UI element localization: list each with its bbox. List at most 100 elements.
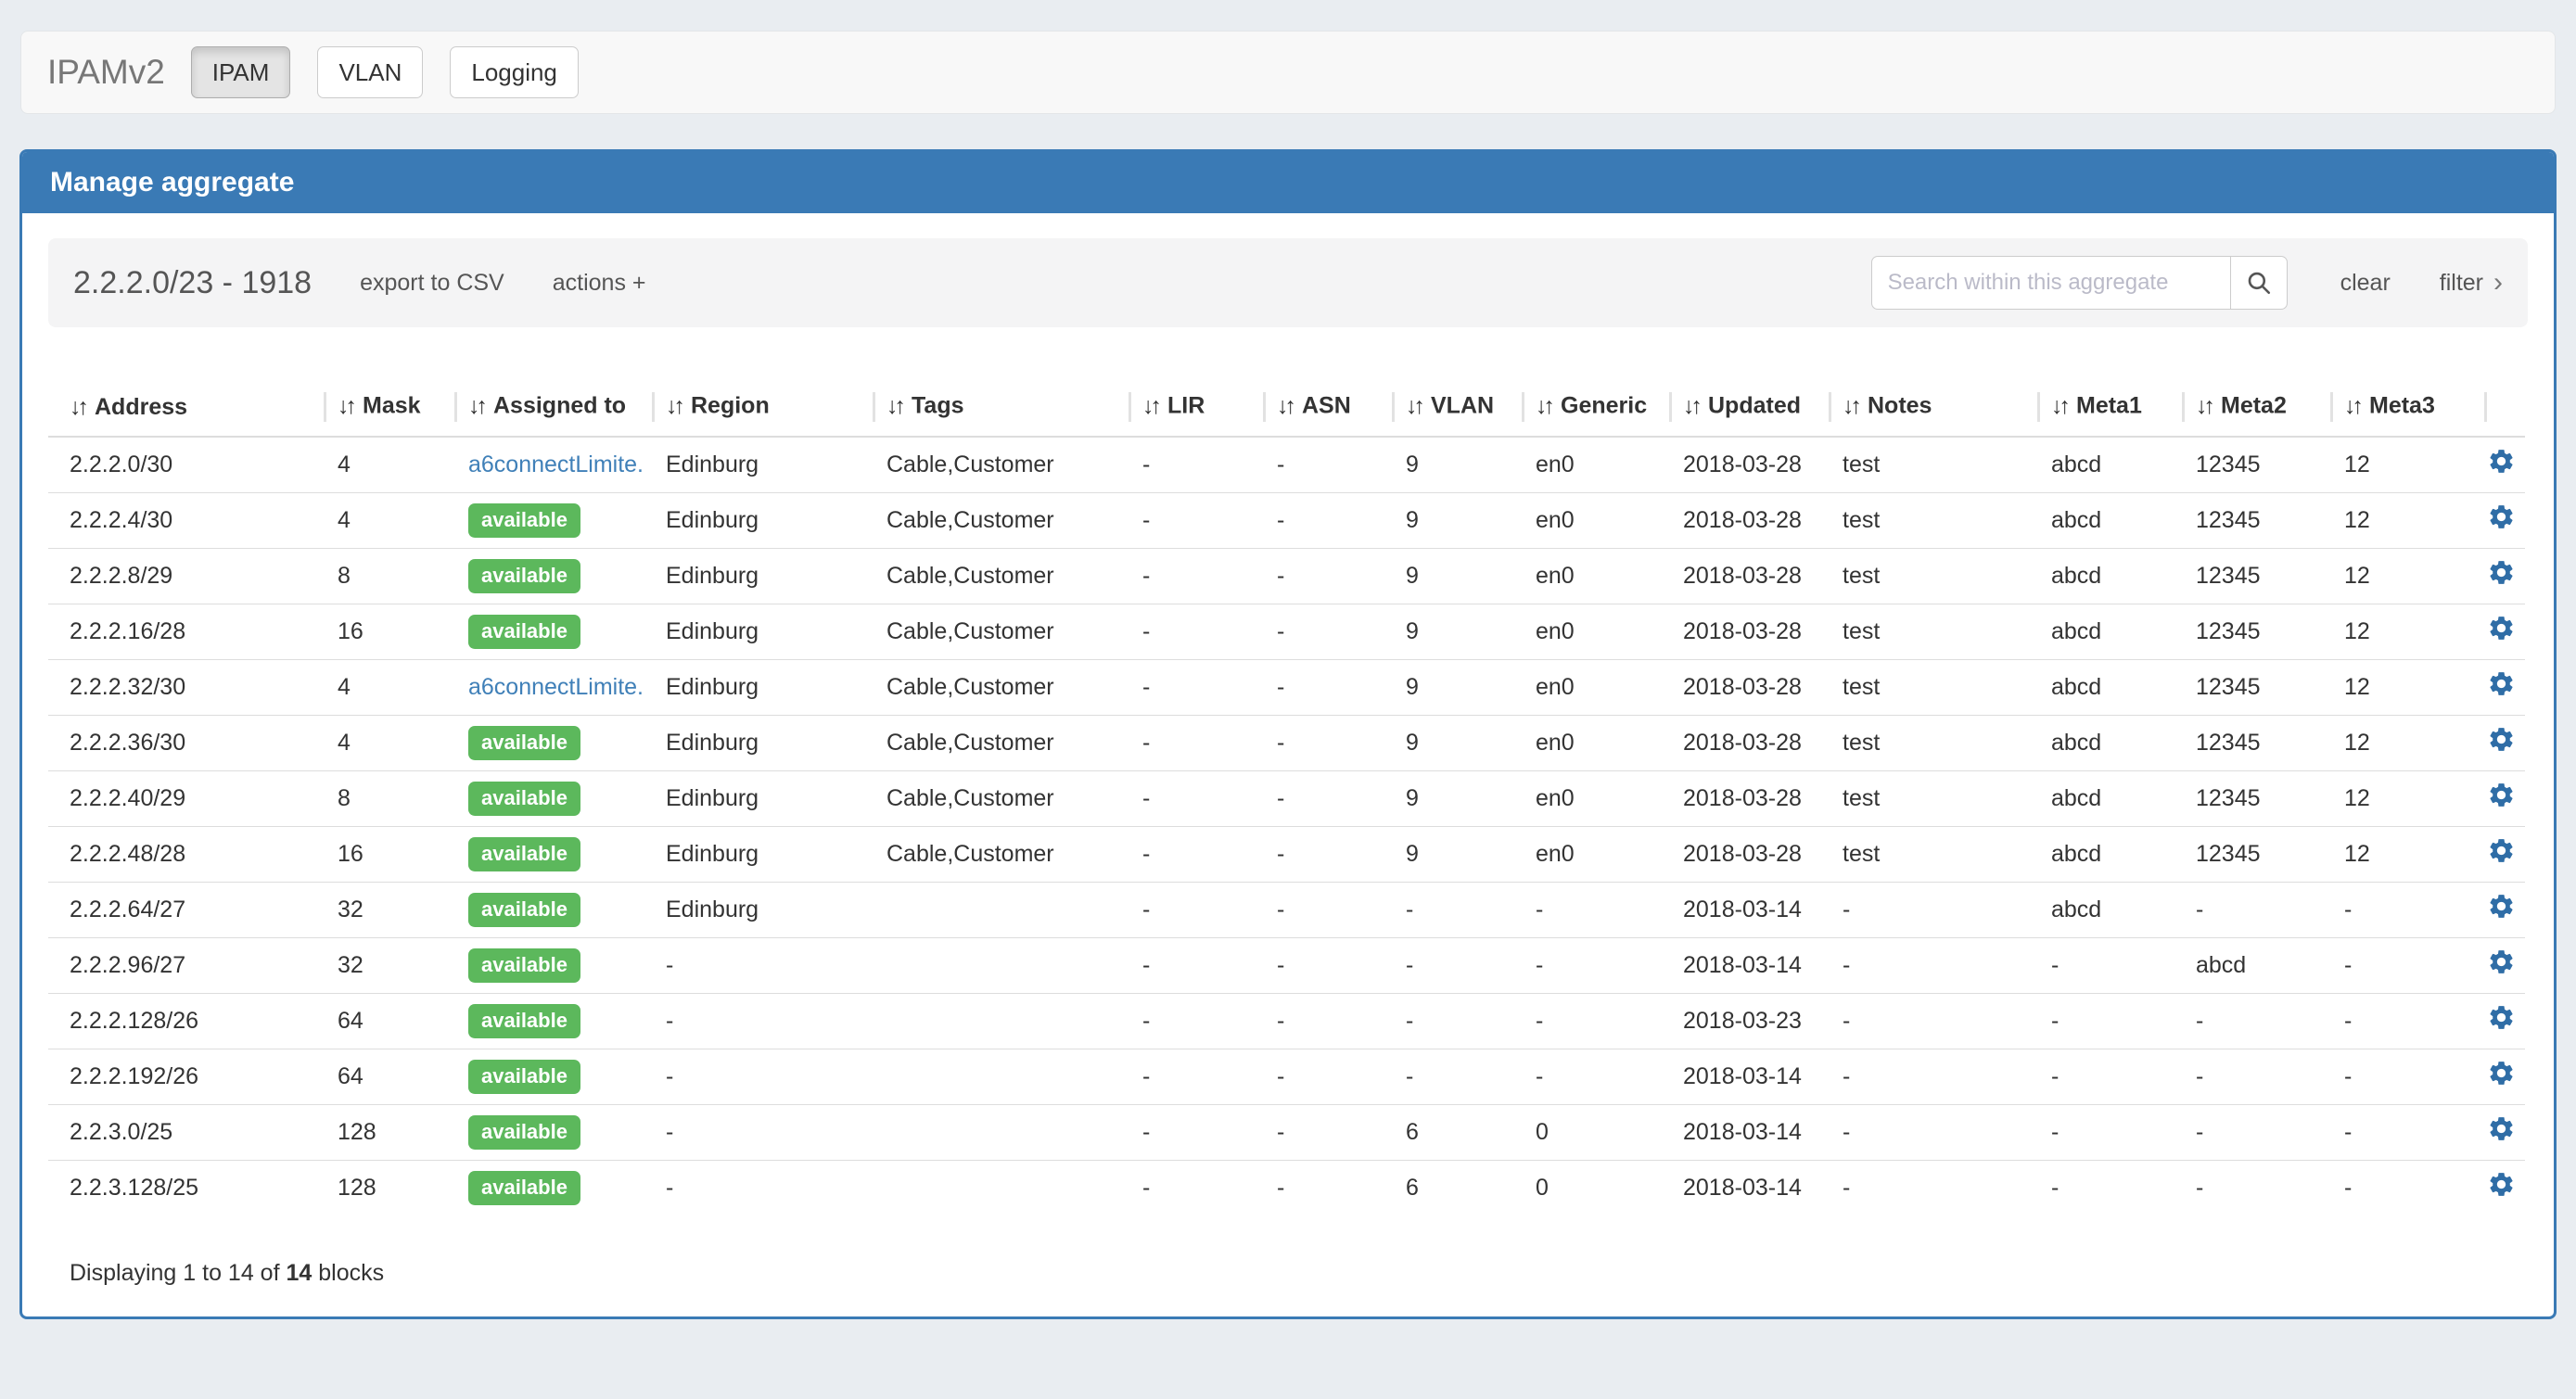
gear-icon[interactable]	[2487, 1003, 2516, 1032]
cell-lir: -	[1121, 993, 1256, 1049]
cell-generic: en0	[1514, 492, 1662, 548]
cell-generic: 0	[1514, 1160, 1662, 1215]
clear-search-link[interactable]: clear	[2340, 270, 2391, 297]
available-status-badge[interactable]: available	[468, 615, 580, 649]
assigned-resource-link[interactable]: a6connectLimite...	[468, 451, 644, 477]
cell-meta2: 12345	[2174, 548, 2323, 604]
cell-mask: 4	[316, 659, 447, 715]
column-header-generic[interactable]: ↓↑Generic	[1514, 380, 1662, 437]
gear-icon[interactable]	[2487, 669, 2516, 698]
cell-generic: en0	[1514, 604, 1662, 659]
sort-arrows-icon: ↓↑	[70, 394, 85, 420]
gear-icon[interactable]	[2487, 502, 2516, 531]
available-status-badge[interactable]: available	[468, 1171, 580, 1205]
gear-icon[interactable]	[2487, 447, 2516, 476]
cell-notes: -	[1821, 1104, 2030, 1160]
cell-meta2: -	[2174, 1160, 2323, 1215]
column-header-region[interactable]: ↓↑Region	[644, 380, 865, 437]
tab-vlan[interactable]: VLAN	[317, 46, 423, 98]
column-header-label: Tags	[912, 393, 964, 419]
cell-asn: -	[1256, 1049, 1384, 1104]
available-status-badge[interactable]: available	[468, 837, 580, 871]
table-row: 2.2.2.40/298availableEdinburgCable,Custo…	[48, 770, 2525, 826]
cell-asn: -	[1256, 993, 1384, 1049]
cell-vlan: 9	[1384, 492, 1514, 548]
cell-meta3: -	[2323, 1160, 2477, 1215]
assigned-resource-link[interactable]: a6connectLimite...	[468, 674, 644, 700]
column-header-label: Mask	[363, 393, 421, 419]
gear-icon[interactable]	[2487, 558, 2516, 587]
column-header-label: ASN	[1302, 393, 1351, 419]
available-status-badge[interactable]: available	[468, 1115, 580, 1150]
column-header-mask[interactable]: ↓↑Mask	[316, 380, 447, 437]
cell-updated: 2018-03-28	[1662, 715, 1821, 770]
column-header-asn[interactable]: ↓↑ ASN	[1256, 380, 1384, 437]
tab-logging[interactable]: Logging	[450, 46, 579, 98]
cell-notes: test	[1821, 826, 2030, 882]
cell-meta2: -	[2174, 1104, 2323, 1160]
cell-assigned: available	[447, 715, 644, 770]
gear-icon[interactable]	[2487, 725, 2516, 754]
cell-updated: 2018-03-14	[1662, 1104, 1821, 1160]
available-status-badge[interactable]: available	[468, 503, 580, 538]
brand-logo[interactable]: IPAMv2	[47, 53, 165, 92]
sort-arrows-icon: ↓↑	[1277, 393, 1293, 419]
available-status-badge[interactable]: available	[468, 893, 580, 927]
search-button[interactable]	[2230, 256, 2288, 310]
cell-updated: 2018-03-28	[1662, 492, 1821, 548]
cell-assigned: available	[447, 937, 644, 993]
column-header-meta2[interactable]: ↓↑Meta2	[2174, 380, 2323, 437]
cell-vlan: 9	[1384, 715, 1514, 770]
column-header-address[interactable]: ↓↑ Address	[48, 380, 316, 437]
gear-icon[interactable]	[2487, 836, 2516, 865]
tab-ipam[interactable]: IPAM	[191, 46, 291, 98]
gear-icon[interactable]	[2487, 948, 2516, 976]
column-header-updated[interactable]: ↓↑Updated	[1662, 380, 1821, 437]
search-input[interactable]	[1871, 256, 2231, 310]
column-header-label: Generic	[1561, 393, 1647, 419]
gear-icon[interactable]	[2487, 1114, 2516, 1143]
column-header-meta3[interactable]: ↓↑Meta3	[2323, 380, 2477, 437]
column-header-tags[interactable]: ↓↑Tags	[865, 380, 1121, 437]
filter-link[interactable]: filter›	[2440, 269, 2503, 297]
column-header-vlan[interactable]: ↓↑VLAN	[1384, 380, 1514, 437]
cell-actions	[2477, 882, 2525, 937]
gear-icon[interactable]	[2487, 781, 2516, 809]
cell-actions	[2477, 715, 2525, 770]
column-header-notes[interactable]: ↓↑Notes	[1821, 380, 2030, 437]
gear-icon[interactable]	[2487, 1170, 2516, 1199]
cell-tags: Cable,Customer	[865, 548, 1121, 604]
cell-mask: 4	[316, 715, 447, 770]
cell-generic: -	[1514, 882, 1662, 937]
column-header-label: Address	[95, 394, 187, 420]
cell-mask: 16	[316, 604, 447, 659]
available-status-badge[interactable]: available	[468, 782, 580, 816]
cell-generic: en0	[1514, 826, 1662, 882]
cell-notes: -	[1821, 1160, 2030, 1215]
cell-meta3: 12	[2323, 659, 2477, 715]
gear-icon[interactable]	[2487, 614, 2516, 642]
cell-asn: -	[1256, 659, 1384, 715]
top-navbar: IPAMv2 IPAM VLAN Logging	[20, 31, 2556, 114]
cell-meta1: -	[2030, 1104, 2174, 1160]
available-status-badge[interactable]: available	[468, 559, 580, 593]
search-icon	[2245, 269, 2273, 297]
available-status-badge[interactable]: available	[468, 1060, 580, 1094]
cell-region: Edinburg	[644, 715, 865, 770]
column-header-assigned-to[interactable]: ↓↑Assigned to	[447, 380, 644, 437]
gear-icon[interactable]	[2487, 892, 2516, 921]
sort-arrows-icon: ↓↑	[2051, 393, 2067, 419]
cell-region: Edinburg	[644, 437, 865, 492]
column-header-lir[interactable]: ↓↑LIR	[1121, 380, 1256, 437]
gear-icon[interactable]	[2487, 1059, 2516, 1087]
export-csv-link[interactable]: export to CSV	[360, 270, 504, 297]
available-status-badge[interactable]: available	[468, 948, 580, 983]
cell-updated: 2018-03-14	[1662, 1049, 1821, 1104]
cell-meta2: abcd	[2174, 937, 2323, 993]
available-status-badge[interactable]: available	[468, 726, 580, 760]
actions-menu-link[interactable]: actions +	[553, 270, 646, 297]
available-status-badge[interactable]: available	[468, 1004, 580, 1038]
column-header-meta1[interactable]: ↓↑Meta1	[2030, 380, 2174, 437]
cell-generic: -	[1514, 993, 1662, 1049]
cell-meta2: -	[2174, 1049, 2323, 1104]
